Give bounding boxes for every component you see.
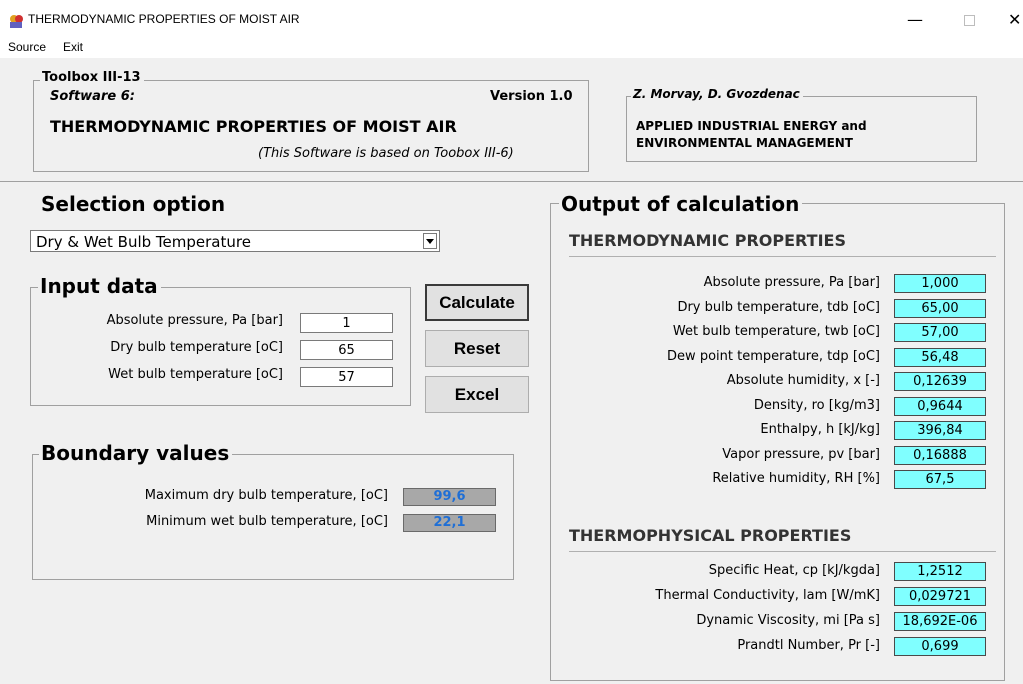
thermo-heading: THERMODYNAMIC PROPERTIES bbox=[569, 231, 846, 250]
thermo-row-label: Wet bulb temperature, twb [oC] bbox=[672, 324, 880, 339]
input-wet-bulb-field[interactable]: 57 bbox=[300, 367, 393, 387]
window-title: THERMODYNAMIC PROPERTIES OF MOIST AIR bbox=[28, 12, 300, 26]
reset-button[interactable]: Reset bbox=[425, 330, 529, 367]
menu-exit[interactable]: Exit bbox=[63, 40, 83, 54]
menu-source[interactable]: Source bbox=[8, 40, 46, 54]
thermo-row-value: 0,9644 bbox=[894, 396, 986, 416]
version-label: Version 1.0 bbox=[490, 89, 573, 104]
thermo-row-value: 1,000 bbox=[894, 274, 986, 293]
header-separator bbox=[0, 181, 1023, 182]
excel-button[interactable]: Excel bbox=[425, 376, 529, 413]
output-heading: Output of calculation bbox=[559, 192, 803, 216]
thermo-row-label: Vapor pressure, pv [bar] bbox=[722, 446, 880, 462]
selection-dropdown[interactable]: Dry & Wet Bulb Temperature bbox=[30, 230, 440, 252]
thermo-row-label: Relative humidity, RH [%] bbox=[712, 471, 880, 486]
thermo-row-value: 65,00 bbox=[894, 298, 986, 318]
book-title-line1: APPLIED INDUSTRIAL ENERGY and bbox=[636, 119, 867, 133]
physical-row-label: Specific Heat, cp [kJ/kgda] bbox=[708, 563, 880, 578]
book-title-line2: ENVIRONMENTAL MANAGEMENT bbox=[636, 136, 853, 150]
thermo-row-label: Dry bulb temperature, tdb [oC] bbox=[677, 299, 880, 315]
app-icon bbox=[10, 15, 23, 28]
thermo-row-label: Dew point temperature, tdp [oC] bbox=[667, 348, 880, 364]
physical-row-label: Prandtl Number, Pr [-] bbox=[737, 638, 880, 653]
input-pressure-field[interactable]: 1 bbox=[300, 313, 393, 333]
based-on-note: (This Software is based on Toobox III-6) bbox=[258, 146, 514, 161]
thermo-row-value: 0,16888 bbox=[894, 445, 986, 465]
input-data-heading: Input data bbox=[38, 274, 161, 298]
physical-separator bbox=[569, 551, 996, 552]
menu-bar: Source Exit bbox=[0, 38, 1023, 58]
boundary-label-min-wet: Minimum wet bulb temperature, [oC] bbox=[146, 514, 388, 529]
physical-row-value: 0,699 bbox=[894, 637, 986, 656]
physical-row-value: 18,692E-06 bbox=[894, 612, 986, 631]
dropdown-arrow-icon[interactable] bbox=[423, 233, 437, 249]
thermo-separator bbox=[569, 256, 996, 257]
boundary-heading: Boundary values bbox=[39, 441, 233, 465]
physical-row-label: Thermal Conductivity, lam [W/mK] bbox=[655, 588, 880, 603]
physical-heading: THERMOPHYSICAL PROPERTIES bbox=[569, 526, 852, 545]
physical-row-label: Dynamic Viscosity, mi [Pa s] bbox=[696, 613, 880, 628]
thermo-row-value: 56,48 bbox=[894, 347, 986, 367]
thermo-row-label: Density, ro [kg/m3] bbox=[753, 397, 880, 413]
close-button[interactable]: ✕ bbox=[1008, 8, 1023, 32]
input-dry-bulb-field[interactable]: 65 bbox=[300, 340, 393, 360]
thermo-row-value: 67,5 bbox=[894, 470, 986, 489]
software-label: Software 6: bbox=[50, 89, 135, 104]
thermo-row-value: 57,00 bbox=[894, 323, 986, 342]
physical-row-value: 1,2512 bbox=[894, 562, 986, 581]
maximize-icon bbox=[964, 15, 975, 26]
boundary-min-wet-value: 22,1 bbox=[403, 514, 496, 532]
minimize-button[interactable]: — bbox=[900, 8, 930, 32]
toolbox-title: Toolbox III-13 bbox=[40, 70, 144, 85]
thermo-row-value: 396,84 bbox=[894, 421, 986, 440]
maximize-button[interactable] bbox=[954, 8, 984, 32]
selection-value: Dry & Wet Bulb Temperature bbox=[36, 233, 251, 251]
title-bar: THERMODYNAMIC PROPERTIES OF MOIST AIR — … bbox=[0, 0, 1023, 38]
thermo-row-label: Absolute pressure, Pa [bar] bbox=[703, 275, 880, 290]
physical-row-value: 0,029721 bbox=[894, 587, 986, 606]
input-label-dry-bulb: Dry bulb temperature [oC] bbox=[110, 340, 283, 355]
boundary-label-max-dry: Maximum dry bulb temperature, [oC] bbox=[144, 488, 388, 503]
boundary-max-dry-value: 99,6 bbox=[403, 488, 496, 506]
thermo-row-label: Absolute humidity, x [-] bbox=[726, 373, 880, 388]
thermo-row-value: 0,12639 bbox=[894, 372, 986, 391]
input-label-pressure: Absolute pressure, Pa [bar] bbox=[106, 313, 283, 328]
calculate-button[interactable]: Calculate bbox=[425, 284, 529, 321]
program-title: THERMODYNAMIC PROPERTIES OF MOIST AIR bbox=[50, 117, 457, 136]
input-label-wet-bulb: Wet bulb temperature [oC] bbox=[108, 367, 283, 382]
authors-title: Z. Morvay, D. Gvozdenac bbox=[631, 87, 803, 101]
selection-heading: Selection option bbox=[41, 192, 226, 216]
thermo-row-label: Enthalpy, h [kJ/kg] bbox=[760, 422, 880, 437]
